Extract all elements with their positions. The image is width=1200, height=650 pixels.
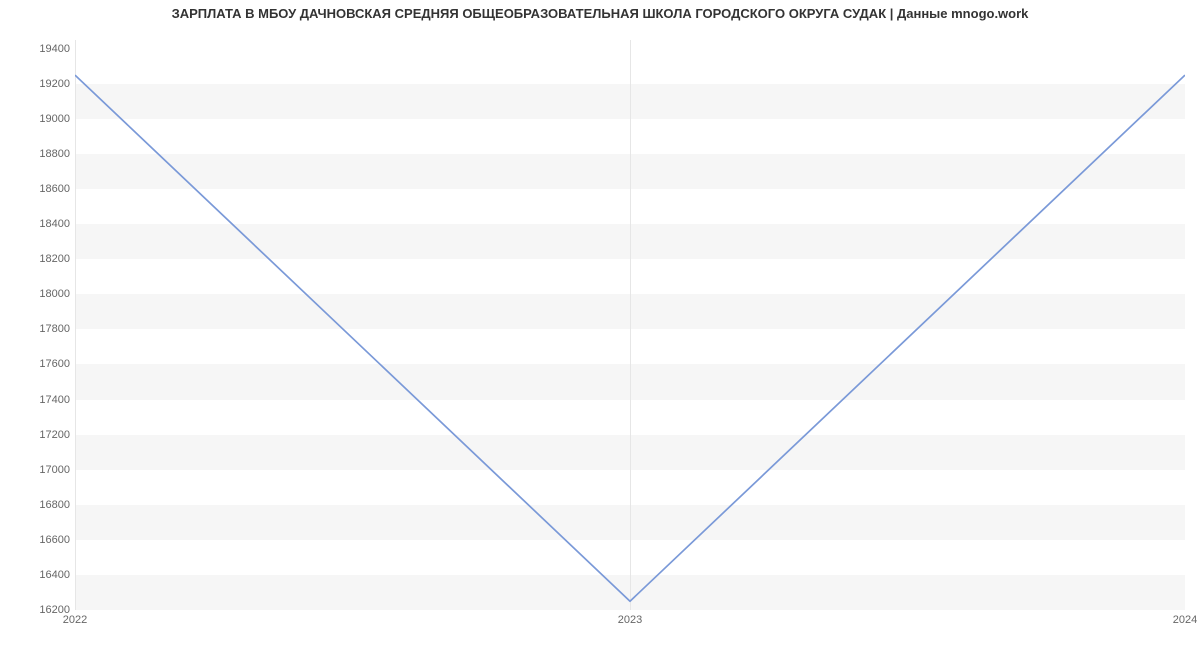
chart-title: ЗАРПЛАТА В МБОУ ДАЧНОВСКАЯ СРЕДНЯЯ ОБЩЕО… [0, 6, 1200, 21]
y-tick-label: 18200 [10, 253, 70, 265]
y-tick-label: 18000 [10, 288, 70, 300]
x-tick-label: 2024 [1173, 614, 1197, 626]
y-tick-label: 19400 [10, 43, 70, 55]
y-tick-label: 19000 [10, 113, 70, 125]
x-tick-label: 2022 [63, 614, 87, 626]
y-tick-label: 17400 [10, 394, 70, 406]
y-tick-label: 17200 [10, 429, 70, 441]
y-tick-label: 16400 [10, 569, 70, 581]
y-tick-label: 18600 [10, 183, 70, 195]
y-tick-label: 18400 [10, 218, 70, 230]
y-tick-label: 18800 [10, 148, 70, 160]
y-tick-label: 16600 [10, 534, 70, 546]
y-tick-label: 17000 [10, 464, 70, 476]
x-tick-label: 2023 [618, 614, 642, 626]
y-tick-label: 17600 [10, 358, 70, 370]
line-layer [75, 40, 1185, 610]
y-tick-label: 16200 [10, 604, 70, 616]
series-line [75, 75, 1185, 601]
y-tick-label: 16800 [10, 499, 70, 511]
y-tick-label: 17800 [10, 323, 70, 335]
y-tick-label: 19200 [10, 78, 70, 90]
plot-area [75, 40, 1185, 610]
chart-container: ЗАРПЛАТА В МБОУ ДАЧНОВСКАЯ СРЕДНЯЯ ОБЩЕО… [0, 0, 1200, 650]
